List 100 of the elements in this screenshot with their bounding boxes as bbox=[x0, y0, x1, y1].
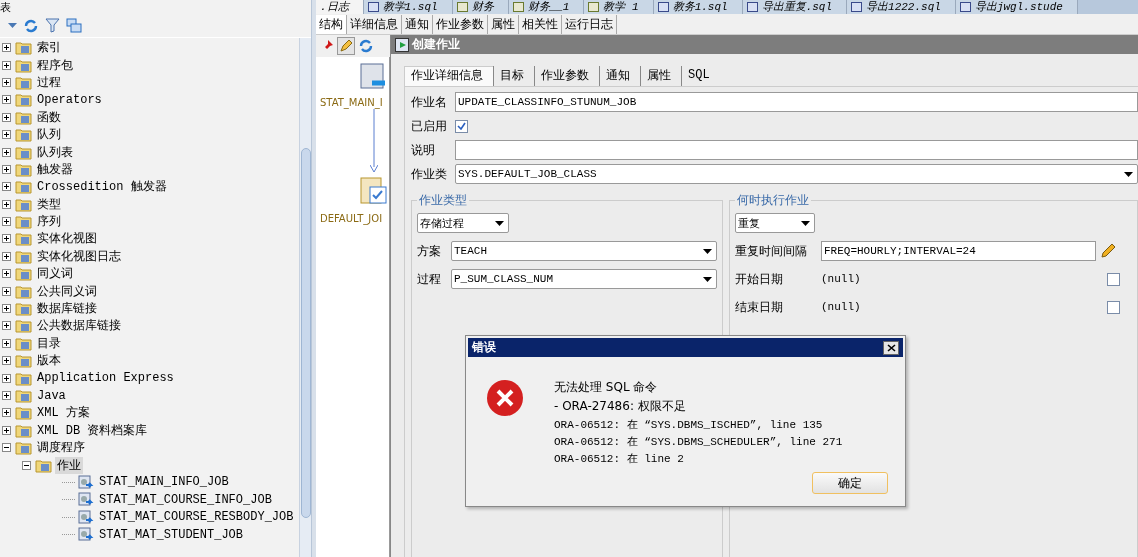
tree-item[interactable]: 触发器 bbox=[35, 160, 75, 178]
expand-toggle[interactable] bbox=[2, 130, 11, 140]
expand-toggle[interactable] bbox=[2, 77, 11, 87]
tree-item[interactable]: Java bbox=[35, 388, 68, 403]
document-tab[interactable]: 教学1.sql bbox=[363, 0, 453, 14]
document-tab[interactable]: 教学 1 bbox=[584, 0, 654, 14]
refresh-icon[interactable] bbox=[358, 38, 374, 54]
tree-item[interactable]: STAT_MAT_STUDENT_JOB bbox=[97, 527, 246, 542]
tree-item[interactable]: 实体化视图 bbox=[35, 230, 99, 248]
expand-toggle[interactable] bbox=[2, 338, 11, 348]
schema-select[interactable]: TEACH bbox=[451, 241, 717, 261]
date-checkbox[interactable] bbox=[1107, 300, 1120, 314]
dropdown-arrow-icon[interactable] bbox=[8, 23, 17, 28]
expand-toggle[interactable] bbox=[2, 443, 11, 453]
tree-item[interactable]: Operators bbox=[35, 92, 104, 107]
document-tab[interactable]: 财务 bbox=[452, 0, 509, 14]
document-tab[interactable]: 导出1222.sql bbox=[847, 0, 956, 14]
expand-toggle[interactable] bbox=[2, 60, 11, 70]
document-tab[interactable]: 导出jwgl.stude bbox=[955, 0, 1078, 14]
tree-item[interactable]: 类型 bbox=[35, 195, 63, 213]
tree-item[interactable]: 过程 bbox=[35, 73, 63, 91]
tree-item[interactable]: 调度程序 bbox=[35, 439, 87, 457]
expand-toggle[interactable] bbox=[2, 304, 11, 314]
tree-item[interactable]: 实体化视图日志 bbox=[35, 247, 123, 265]
expand-toggle[interactable] bbox=[2, 95, 11, 105]
expand-toggle[interactable] bbox=[2, 321, 11, 331]
expand-toggle[interactable] bbox=[2, 112, 11, 122]
document-tab[interactable]: .日志 bbox=[316, 0, 364, 14]
expand-toggle[interactable] bbox=[2, 425, 11, 435]
tree-item[interactable]: STAT_MAT_COURSE_RESBODY_JOB bbox=[97, 510, 296, 525]
view-tab[interactable]: 结构 bbox=[316, 14, 347, 34]
expand-toggle[interactable] bbox=[2, 217, 11, 227]
pencil-icon[interactable] bbox=[1100, 243, 1116, 259]
tree-item[interactable]: 函数 bbox=[35, 108, 63, 126]
expand-toggle[interactable] bbox=[2, 43, 11, 53]
tree-item[interactable]: 目录 bbox=[35, 334, 63, 352]
dialog-tab[interactable]: 通知 bbox=[599, 66, 640, 86]
tree-item[interactable]: 索引 bbox=[35, 39, 63, 57]
field-label: 已启用 bbox=[411, 117, 448, 135]
document-tab[interactable]: 导出重复.sql bbox=[742, 0, 848, 14]
tree-item[interactable]: 程序包 bbox=[35, 56, 75, 74]
view-tab[interactable]: 通知 bbox=[402, 14, 433, 34]
tree-item[interactable]: XML DB 资料档案库 bbox=[35, 421, 150, 439]
tree-item[interactable]: STAT_MAT_COURSE_INFO_JOB bbox=[97, 492, 274, 507]
tree-item[interactable]: XML 方案 bbox=[35, 404, 92, 422]
date-checkbox[interactable] bbox=[1107, 272, 1120, 286]
tree-item[interactable]: 同义词 bbox=[35, 265, 75, 283]
document-tab[interactable]: 财务__1 bbox=[508, 0, 585, 14]
expand-toggle[interactable] bbox=[2, 286, 11, 296]
dialog-tab[interactable]: 目标 bbox=[493, 66, 534, 86]
job-name-field[interactable]: UPDATE_CLASSINFO_STUNUM_JOB bbox=[455, 92, 1138, 112]
plus-icon bbox=[3, 409, 10, 417]
tree-item[interactable]: 队列表 bbox=[35, 143, 75, 161]
dialog-tab[interactable]: SQL bbox=[681, 66, 720, 86]
pencil-icon[interactable] bbox=[337, 37, 355, 55]
interval-field[interactable]: FREQ=HOURLY;INTERVAL=24 bbox=[821, 241, 1096, 261]
filter-icon[interactable] bbox=[45, 18, 60, 33]
dialog-tab[interactable]: 属性 bbox=[640, 66, 681, 86]
enabled-checkbox[interactable] bbox=[455, 119, 468, 133]
job-class-select[interactable]: SYS.DEFAULT_JOB_CLASS bbox=[455, 164, 1138, 184]
view-tab[interactable]: 详细信息 bbox=[347, 14, 402, 34]
scrollbar-thumb[interactable] bbox=[300, 148, 311, 518]
expand-toggle[interactable] bbox=[22, 460, 31, 470]
expand-toggle[interactable] bbox=[2, 182, 11, 192]
close-button[interactable] bbox=[883, 340, 899, 355]
expand-toggle[interactable] bbox=[2, 147, 11, 157]
view-tab[interactable]: 属性 bbox=[488, 14, 519, 34]
tree-item[interactable]: 公共数据库链接 bbox=[35, 317, 123, 335]
view-tab[interactable]: 运行日志 bbox=[562, 14, 617, 34]
expand-toggle[interactable] bbox=[2, 199, 11, 209]
tree-item[interactable]: 序列 bbox=[35, 213, 63, 231]
description-field[interactable] bbox=[455, 140, 1138, 160]
expand-toggle[interactable] bbox=[2, 251, 11, 261]
expand-toggle[interactable] bbox=[2, 408, 11, 418]
refresh-icon[interactable] bbox=[23, 17, 39, 34]
tree-item[interactable]: 数据库链接 bbox=[35, 300, 99, 318]
tree-item[interactable]: 作业 bbox=[55, 456, 83, 474]
expand-toggle[interactable] bbox=[2, 356, 11, 366]
expand-toggle[interactable] bbox=[2, 391, 11, 400]
tree-item[interactable]: Crossedition 触发器 bbox=[35, 178, 169, 196]
tree-item[interactable]: STAT_MAIN_INFO_JOB bbox=[97, 475, 231, 490]
schedule-mode-select[interactable]: 重复 bbox=[735, 213, 815, 233]
tree-item[interactable]: 公共同义词 bbox=[35, 282, 99, 300]
tree-item[interactable]: 队列 bbox=[35, 126, 63, 144]
expand-toggle[interactable] bbox=[2, 164, 11, 174]
tree-item[interactable]: Application Express bbox=[35, 371, 176, 386]
window-icon[interactable] bbox=[66, 18, 82, 33]
expand-toggle[interactable] bbox=[2, 373, 11, 383]
view-tab[interactable]: 相关性 bbox=[519, 14, 562, 34]
dialog-tab[interactable]: 作业详细信息 bbox=[404, 66, 493, 86]
view-tab[interactable]: 作业参数 bbox=[433, 14, 488, 34]
tree-item[interactable]: 版本 bbox=[35, 352, 63, 370]
expand-toggle[interactable] bbox=[2, 269, 11, 279]
dialog-tab[interactable]: 作业参数 bbox=[534, 66, 599, 86]
sql-file-icon bbox=[588, 2, 600, 12]
procedure-select[interactable]: P_SUM_CLASS_NUM bbox=[451, 269, 717, 289]
ok-button[interactable]: 确定 bbox=[812, 472, 888, 494]
job-type-select[interactable]: 存储过程 bbox=[417, 213, 509, 233]
document-tab[interactable]: 教务1.sql bbox=[653, 0, 743, 14]
expand-toggle[interactable] bbox=[2, 234, 11, 244]
